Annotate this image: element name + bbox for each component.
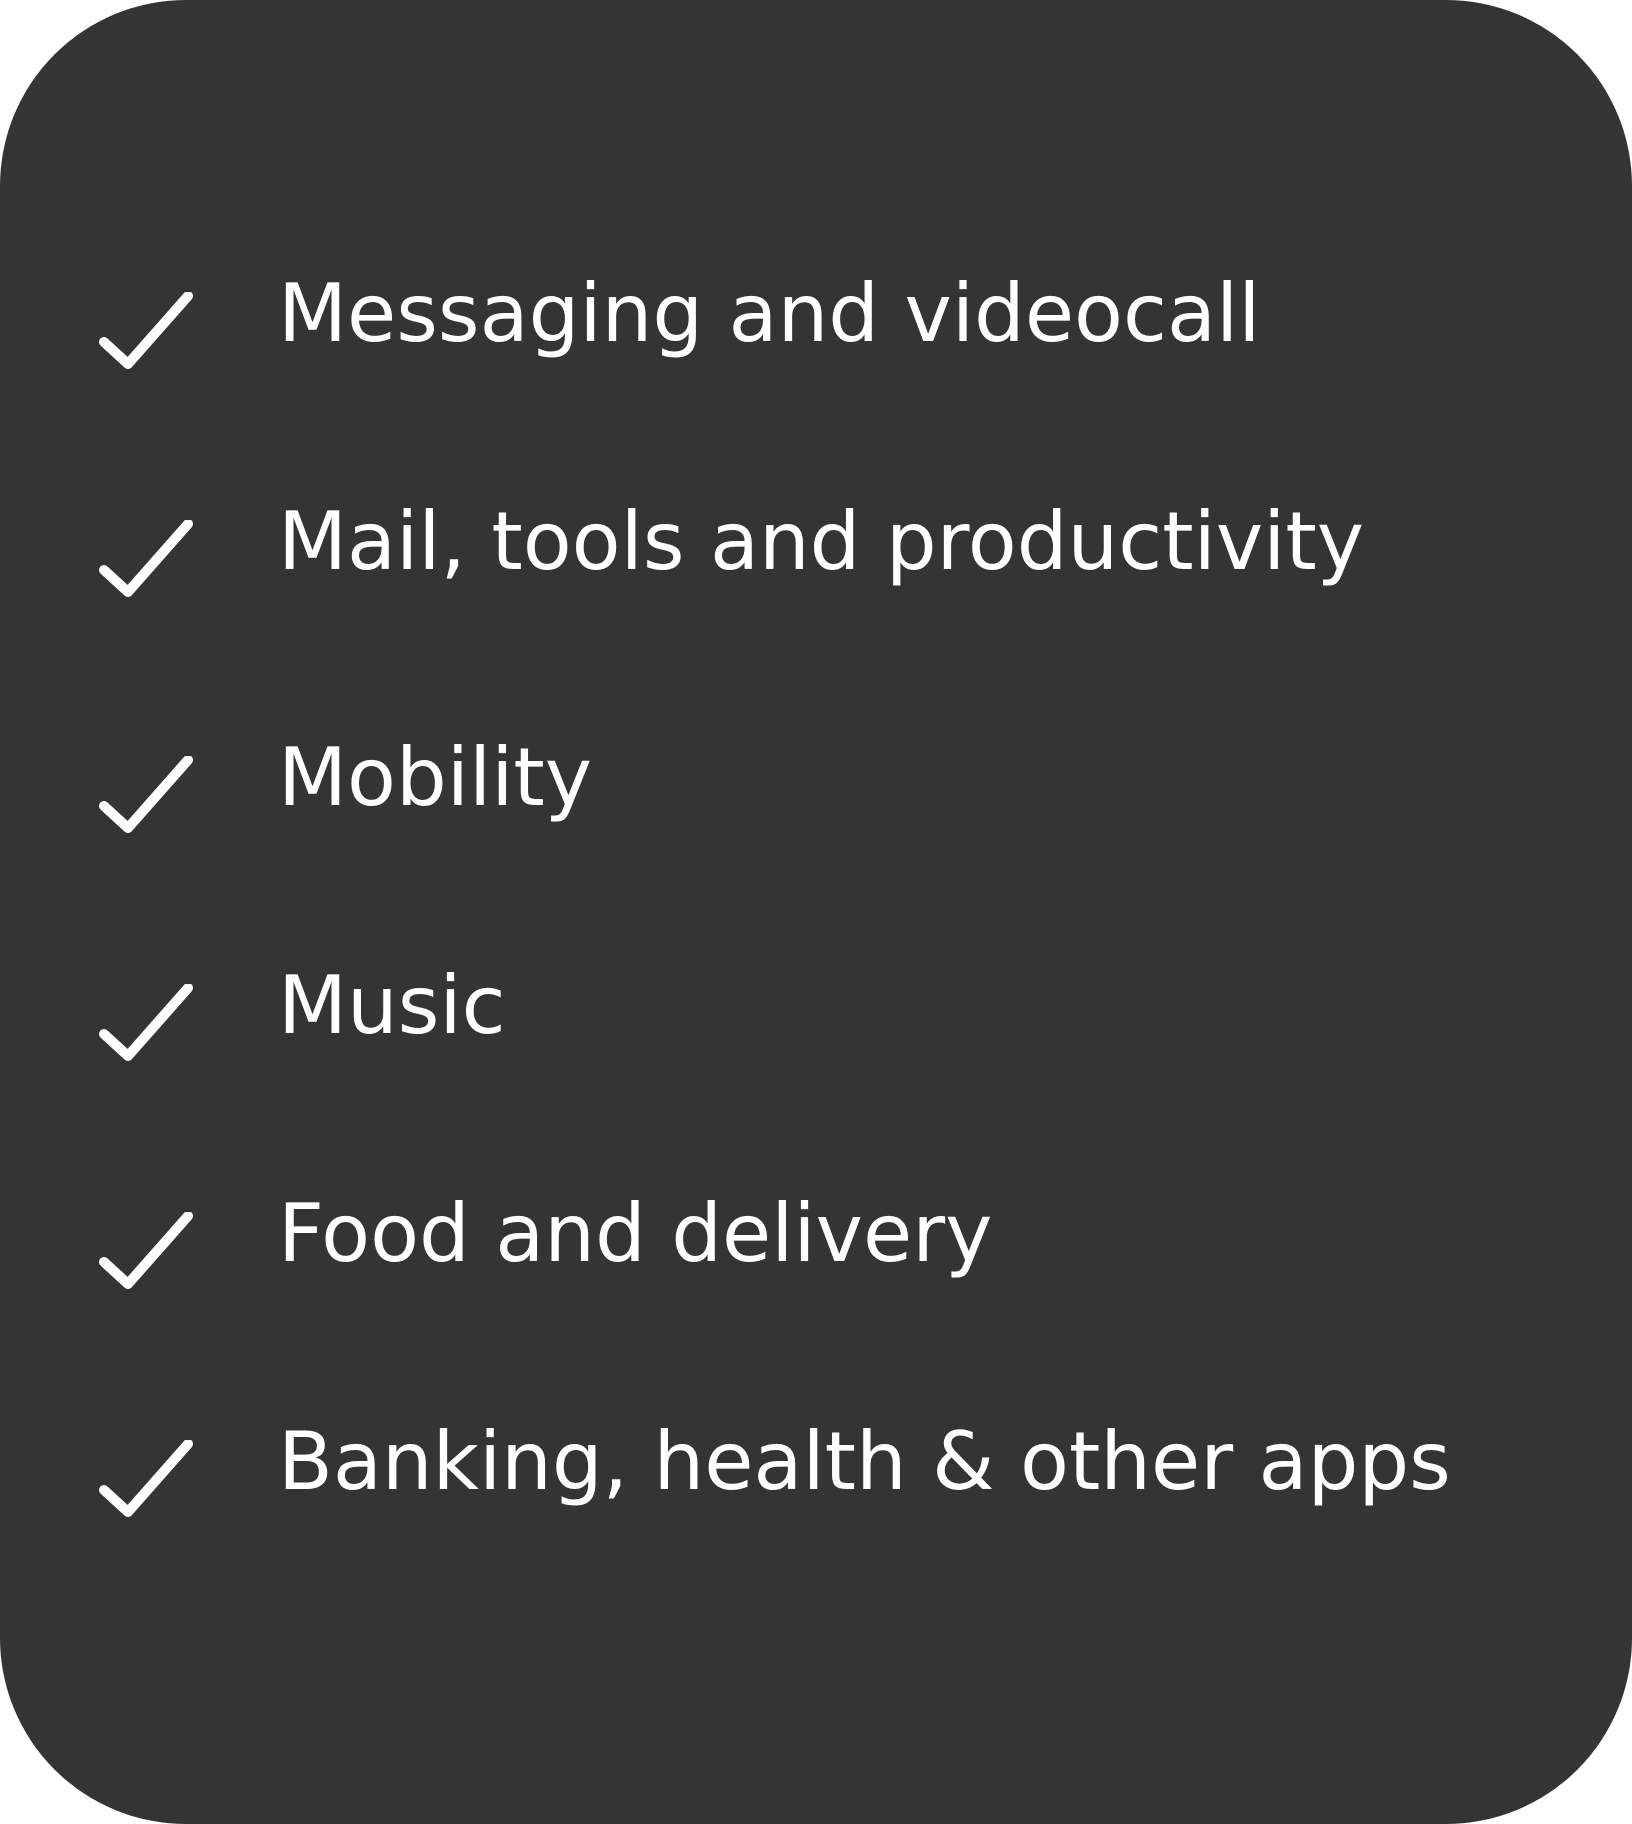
feature-card: Messaging and videocall Mail, tools and … [0, 0, 1632, 1824]
check-icon [98, 1440, 194, 1520]
check-icon [98, 756, 194, 836]
list-item-label: Messaging and videocall [278, 267, 1261, 360]
list-item-label: Banking, health & other apps [278, 1415, 1451, 1508]
list-item-label: Mail, tools and productivity [278, 495, 1365, 588]
check-icon [98, 984, 194, 1064]
check-icon [98, 292, 194, 372]
list-item-label: Music [278, 959, 506, 1052]
list-item-label: Food and delivery [278, 1187, 993, 1280]
list-item-label: Mobility [278, 731, 593, 824]
check-icon [98, 520, 194, 600]
check-icon [98, 1212, 194, 1292]
